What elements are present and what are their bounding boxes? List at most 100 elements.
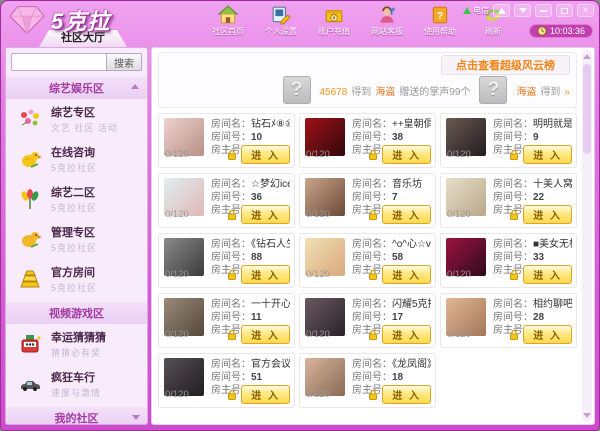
enter-button[interactable]: 进 入 <box>382 385 431 404</box>
toolbar-button-home[interactable]: 社区首页 <box>204 5 252 37</box>
boss-key-button[interactable] <box>493 4 510 17</box>
room-card-footer: 0/120 进 入 <box>447 265 572 284</box>
lock-icon <box>509 149 519 161</box>
toolbar-button-recharge[interactable]: ¥ 账户充值 <box>310 5 358 37</box>
enter-button[interactable]: 进 入 <box>241 385 290 404</box>
chevron-up-icon <box>131 84 139 89</box>
lock-icon <box>227 389 237 401</box>
enter-button[interactable]: 进 入 <box>241 325 290 344</box>
window-controls: 电信 × <box>463 4 594 17</box>
enter-button[interactable]: 进 入 <box>241 145 290 164</box>
toolbar-button-profile-settings[interactable]: 个人设置 <box>257 5 305 37</box>
sidebar-scroll-down-icon[interactable] <box>132 415 140 420</box>
sidebar-item-online-consult[interactable]: 在线咨询 5克拉社区 <box>6 139 147 179</box>
lock-icon <box>509 329 519 341</box>
section-header-variety[interactable]: 综艺娱乐区 <box>6 77 147 99</box>
question-avatar: ? <box>479 76 508 104</box>
room-name-label: 房间名： <box>493 299 533 310</box>
enter-button[interactable]: 进 入 <box>382 205 431 224</box>
title-bar: 5克拉 社区大厅 社区首页 个人设置 ¥ 账户充值 网站客服 ? 使用帮助 刷新… <box>1 1 599 47</box>
room-name: 官方会议室 <box>251 359 290 370</box>
app-logo: 5克拉 <box>8 4 110 36</box>
enter-button[interactable]: 进 入 <box>523 265 572 284</box>
sidebar-item-crazy-cars[interactable]: 疯狂车行 速度与激情 <box>6 364 147 404</box>
close-button[interactable]: × <box>577 4 594 17</box>
maximize-button[interactable] <box>556 4 573 17</box>
room-number-label: 房间号： <box>211 372 251 383</box>
room-card-footer: 0/120 进 入 <box>306 325 431 344</box>
clock-icon <box>537 26 547 36</box>
toolbar-button-customer-service[interactable]: 网站客服 <box>363 5 411 37</box>
toolbar-label: 社区首页 <box>212 27 244 36</box>
arrow-up-icon <box>497 7 506 14</box>
room-number: 10 <box>251 132 263 143</box>
lock-icon <box>227 209 237 221</box>
room-card-footer: 0/120 进 入 <box>165 325 290 344</box>
section-header-video-games[interactable]: 视频游戏区 <box>6 302 147 324</box>
ticker-message: 海盗 得到» <box>516 86 570 98</box>
sidebar-item-label: 官方房间 <box>51 267 95 279</box>
room-number: 33 <box>533 252 545 263</box>
toolbar-button-help[interactable]: ? 使用帮助 <box>416 5 464 37</box>
enter-button[interactable]: 进 入 <box>523 205 572 224</box>
gift-ticker: ? 45678 得到 海盗 赠送的掌声99个 ? 海盗 得到» <box>165 76 572 104</box>
svg-text:?: ? <box>437 11 443 22</box>
room-number: 7 <box>392 192 398 203</box>
scrollbar-thumb[interactable] <box>583 64 591 154</box>
enter-button[interactable]: 进 入 <box>382 265 431 284</box>
scroll-down-icon[interactable] <box>583 413 591 418</box>
room-card-footer: 0/120 进 入 <box>306 385 431 404</box>
enter-button[interactable]: 进 入 <box>382 325 431 344</box>
lock-icon <box>368 149 378 161</box>
search-button[interactable]: 搜索 <box>106 53 142 71</box>
room-name-label: 房间名： <box>211 119 251 130</box>
room-name: ++皇朝俱乐部”… <box>392 119 431 130</box>
enter-button[interactable]: 进 入 <box>382 145 431 164</box>
room-number-label: 房间号： <box>352 252 392 263</box>
capacity-label: 0/120 <box>447 269 471 280</box>
enter-button[interactable]: 进 入 <box>523 145 572 164</box>
lock-icon <box>509 209 519 221</box>
room-name: 十美人窝十 <box>533 179 572 190</box>
room-name-label: 房间名： <box>352 299 392 310</box>
room-number-label: 房间号： <box>211 252 251 263</box>
room-name-label: 房间名： <box>352 119 392 130</box>
svg-text:¥: ¥ <box>332 15 336 22</box>
room-name-label: 房间名： <box>493 119 533 130</box>
scroll-up-icon[interactable] <box>583 54 591 59</box>
room-name: 钻石ﾒ⑧⑩ <box>251 119 290 130</box>
room-number: 18 <box>392 372 404 383</box>
diamond-logo-icon <box>9 6 45 36</box>
sidebar-item-subtitle: 文艺 社区 活动 <box>51 123 119 133</box>
sidebar-item-lucky-guess[interactable]: 幸运猜猜猜 猜猜必有奖 <box>6 324 147 364</box>
enter-button[interactable]: 进 入 <box>241 265 290 284</box>
room-card-footer: 0/120 进 入 <box>447 145 572 164</box>
enter-button[interactable]: 进 入 <box>523 325 572 344</box>
menu-button[interactable] <box>514 4 531 17</box>
lock-icon <box>227 149 237 161</box>
sidebar-item-variety-zone[interactable]: 综艺专区 文艺 社区 活动 <box>6 99 147 139</box>
section-header-my-community[interactable]: 我的社区 <box>6 407 147 424</box>
room-name: 一十开心◇家族 <box>251 299 290 310</box>
section-title: 综艺娱乐区 <box>49 83 104 95</box>
sidebar-item-variety-zone2[interactable]: 综艺二区 5克拉社区 <box>6 179 147 219</box>
capacity-label: 0/120 <box>306 269 330 280</box>
sidebar-item-official-rooms[interactable]: 官方房间 5克拉社区 <box>6 259 147 299</box>
room-number: 11 <box>251 312 262 323</box>
search-input[interactable] <box>11 53 106 71</box>
main-scrollbar[interactable] <box>582 50 592 422</box>
enter-button[interactable]: 进 入 <box>241 205 290 224</box>
toolbar-label: 个人设置 <box>265 27 297 36</box>
room-name: 《钻石人生》 <box>251 239 290 250</box>
sidebar-item-label: 幸运猜猜猜 <box>51 332 106 344</box>
super-rank-link[interactable]: 点击查看超级风云榜 <box>441 55 570 75</box>
room-name-label: 房间名： <box>211 239 251 250</box>
capacity-label: 0/120 <box>165 329 189 340</box>
room-card: 房间名：^o^心☆ve夜… 房间号：58 房主号：80058 0/120 进 入 <box>299 233 436 288</box>
minimize-icon <box>540 9 547 12</box>
capacity-label: 0/120 <box>306 389 330 400</box>
minimize-button[interactable] <box>535 4 552 17</box>
room-card: 房间名：一十开心◇家族 房间号：11 房主号：80011 0/120 进 入 <box>158 293 295 348</box>
sidebar-item-admin-zone[interactable]: 管理专区 5克拉社区 <box>6 219 147 259</box>
flowers-icon <box>18 107 42 131</box>
